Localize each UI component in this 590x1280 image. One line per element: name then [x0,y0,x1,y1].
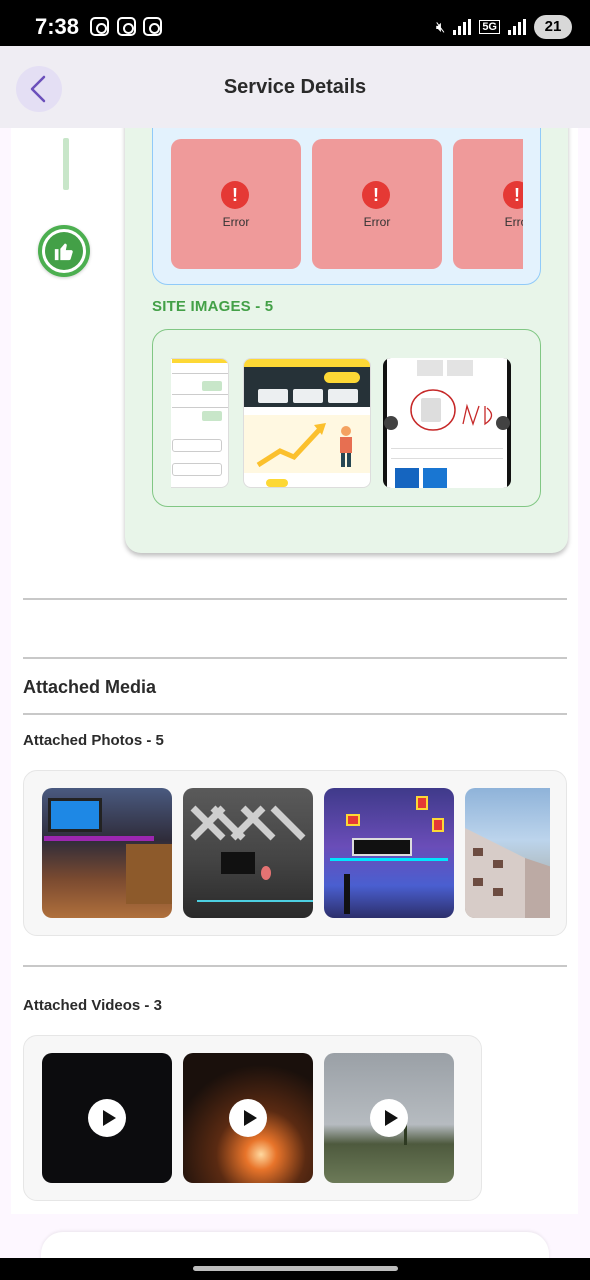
signal-icon [453,19,472,35]
attached-media-heading: Attached Media [23,677,157,697]
attached-video-thumb[interactable] [324,1053,454,1183]
site-image-thumb[interactable] [243,358,371,488]
site-image-thumb[interactable] [383,358,511,488]
screenshot-icon [90,17,109,36]
service-images-card: ! Error ! Error ! Error SITE IMAGES - 5 [125,128,568,553]
attached-photo-thumb[interactable] [465,788,550,918]
site-images-box [152,329,541,507]
instagram-icon [117,17,136,36]
system-navigation-bar [0,1258,590,1280]
attached-video-thumb[interactable] [42,1053,172,1183]
mute-icon: 🔇︎ [435,18,446,36]
attached-photos-card [23,770,567,936]
site-images-title: SITE IMAGES - 5 [152,298,274,315]
error-label: Error [363,215,391,229]
error-image-tile[interactable]: ! Error [171,139,301,269]
attached-photos-row[interactable] [42,788,550,918]
app-bar: Service Details [0,46,590,128]
error-image-tile[interactable]: ! Error [312,139,442,269]
error-images-box: ! Error ! Error ! Error [152,128,541,285]
signal-icon-2 [508,19,526,35]
play-icon[interactable] [370,1099,408,1137]
error-icon: ! [362,181,390,209]
error-images-row[interactable]: ! Error ! Error ! Error [171,139,523,269]
attached-photo-thumb[interactable] [324,788,454,918]
annotation-scribble [410,389,493,431]
attached-photo-thumb[interactable] [183,788,313,918]
site-images-row[interactable] [171,358,513,490]
status-time: 7:38 [35,14,80,39]
error-icon: ! [503,181,523,209]
attached-photos-heading: Attached Photos - 5 [23,732,164,749]
service-details-content: ! Error ! Error ! Error SITE IMAGES - 5 [11,128,578,1214]
attached-videos-card [23,1035,482,1201]
play-icon[interactable] [88,1099,126,1137]
instagram-icon-2 [143,17,162,36]
timeline-status-badge [38,225,90,277]
attached-videos-row[interactable] [42,1053,472,1183]
battery-indicator: 21 [534,15,572,39]
error-image-tile[interactable]: ! Error [453,139,523,269]
error-icon: ! [221,181,249,209]
timeline-connector [63,138,69,190]
attached-videos-heading: Attached Videos - 3 [23,997,162,1014]
section-divider [23,713,567,715]
thumbs-up-icon [54,243,73,261]
section-divider [23,965,567,967]
status-indicators: 🔇︎ 5G 21 [436,15,572,39]
attached-video-thumb[interactable] [183,1053,313,1183]
page-title: Service Details [223,76,367,98]
network-type-label: 5G [479,20,500,34]
home-gesture-handle[interactable] [193,1266,398,1271]
section-divider [23,657,567,659]
error-label: Error [222,215,250,229]
section-divider [23,598,567,600]
success-illustration [256,423,352,468]
play-icon[interactable] [229,1099,267,1137]
site-image-thumb[interactable] [171,358,229,488]
error-label: Error [504,215,523,229]
attached-photo-thumb[interactable] [42,788,172,918]
